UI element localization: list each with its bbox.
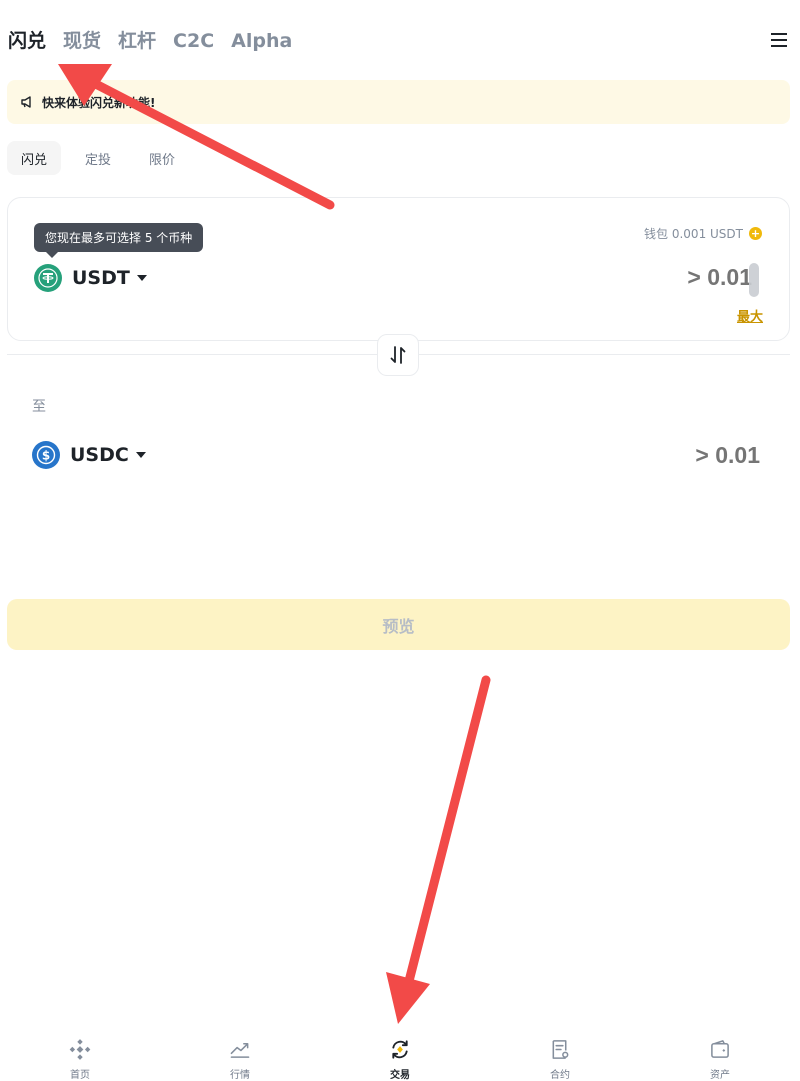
to-coin-selector[interactable]: $ USDC xyxy=(32,441,146,469)
chevron-down-icon xyxy=(136,275,147,281)
bottom-nav: 首页 行情 交易 合约 资产 xyxy=(0,1029,800,1081)
nav-assets-label: 资产 xyxy=(710,1070,730,1081)
annotation-arrow-bottom xyxy=(386,675,491,1024)
coin-limit-tooltip: 您现在最多可选择 5 个币种 xyxy=(34,223,204,258)
nav-futures-label: 合约 xyxy=(550,1070,570,1081)
tab-c2c[interactable]: C2C xyxy=(173,28,214,54)
nav-home[interactable]: 首页 xyxy=(0,1029,160,1081)
to-label: 至 xyxy=(32,399,46,415)
add-funds-icon[interactable]: + xyxy=(749,227,762,240)
usdc-icon: $ xyxy=(32,441,60,469)
from-coin-name: USDT xyxy=(72,267,130,289)
home-icon xyxy=(69,1039,91,1060)
text-cursor xyxy=(749,263,759,297)
usdt-icon xyxy=(34,264,62,292)
from-amount-input[interactable] xyxy=(592,264,752,291)
megaphone-icon xyxy=(21,96,31,108)
top-tab-bar: 闪兑 现货 杠杆 C2C Alpha xyxy=(8,28,309,54)
wallet-balance-text: 钱包 0.001 USDT xyxy=(644,227,743,241)
subtab-instant[interactable]: 闪兑 xyxy=(7,141,62,175)
trade-icon xyxy=(392,1040,408,1059)
swap-arrows-icon xyxy=(390,346,406,364)
nav-assets[interactable]: 资产 xyxy=(640,1029,800,1081)
wallet-icon xyxy=(711,1040,729,1058)
nav-markets-label: 行情 xyxy=(230,1070,250,1081)
markets-icon xyxy=(230,1043,250,1058)
hamburger-menu-icon[interactable] xyxy=(770,30,788,50)
announcement-text: 快来体验闪兑新功能! xyxy=(42,95,156,110)
from-card: 您现在最多可选择 5 个币种 钱包 0.001 USDT + USDT 最大 xyxy=(7,197,790,341)
swap-direction-button[interactable] xyxy=(377,334,419,376)
chevron-down-icon xyxy=(135,452,146,458)
announcement-banner[interactable]: 快来体验闪兑新功能! xyxy=(7,80,790,124)
nav-trade-label: 交易 xyxy=(390,1070,410,1081)
subtab-recurring[interactable]: 定投 xyxy=(71,141,125,175)
nav-markets[interactable]: 行情 xyxy=(160,1029,320,1081)
nav-trade[interactable]: 交易 xyxy=(320,1029,480,1081)
subtab-limit[interactable]: 限价 xyxy=(135,141,189,175)
convert-mode-tabs: 闪兑 定投 限价 xyxy=(7,141,199,175)
tab-alpha[interactable]: Alpha xyxy=(231,28,292,54)
nav-futures[interactable]: 合约 xyxy=(480,1029,640,1081)
to-amount-input[interactable] xyxy=(600,442,760,469)
tab-convert[interactable]: 闪兑 xyxy=(8,28,46,54)
nav-home-label: 首页 xyxy=(70,1070,90,1081)
futures-icon xyxy=(552,1040,569,1059)
wallet-balance: 钱包 0.001 USDT + xyxy=(644,225,762,242)
tab-spot[interactable]: 现货 xyxy=(63,28,101,54)
to-coin-name: USDC xyxy=(70,444,129,466)
preview-button[interactable]: 预览 xyxy=(7,599,790,650)
max-button[interactable]: 最大 xyxy=(737,306,763,325)
svg-text:$: $ xyxy=(42,449,50,463)
tab-margin[interactable]: 杠杆 xyxy=(118,28,156,54)
from-coin-selector[interactable]: USDT xyxy=(34,264,147,292)
